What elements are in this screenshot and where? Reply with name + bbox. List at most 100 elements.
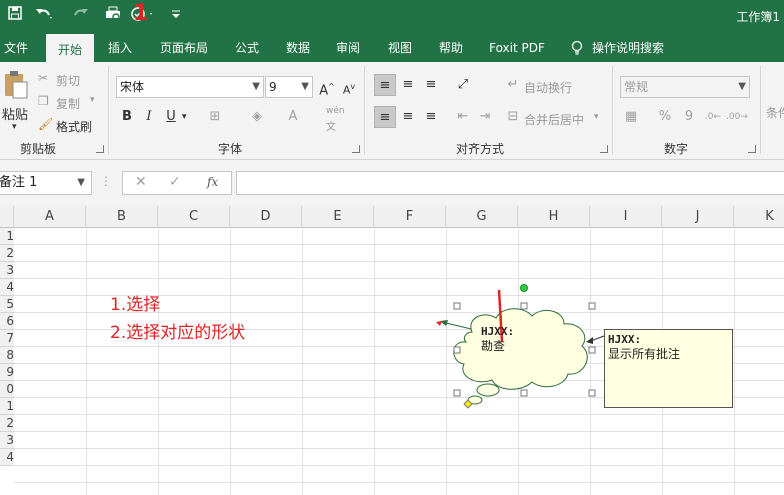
chevron-down-icon[interactable]: ▼ — [77, 172, 85, 194]
column-header-j[interactable]: J — [662, 206, 734, 228]
tab-view[interactable]: 视图 — [382, 34, 418, 62]
redo-icon[interactable] — [70, 6, 90, 26]
column-header-k[interactable]: K — [734, 206, 784, 228]
row-header[interactable]: 4 — [0, 449, 14, 466]
formula-bar-resize-icon[interactable]: ⋮ — [100, 174, 112, 188]
row-header[interactable]: 6 — [0, 313, 14, 330]
fill-color-icon[interactable]: ◈ — [246, 106, 268, 128]
column-header-h[interactable]: H — [518, 206, 590, 228]
align-right-icon[interactable]: ≡ — [420, 106, 442, 128]
format-painter-icon[interactable]: 🖌 — [38, 117, 53, 131]
decrease-font-icon[interactable]: Av — [338, 76, 360, 98]
copy-icon[interactable]: ❐ — [38, 94, 49, 108]
number-format-select[interactable]: 常规 ▼ — [620, 76, 750, 98]
font-name-select[interactable]: 宋体 ▼ — [116, 76, 264, 98]
undo-icon[interactable] — [34, 6, 54, 26]
column-header-i[interactable]: I — [590, 206, 662, 228]
column-header-d[interactable]: D — [230, 206, 302, 228]
copy-button[interactable]: 复制 — [56, 95, 80, 112]
comment-box[interactable]: HJXX: 显示所有批注 — [604, 329, 733, 408]
merge-center-icon[interactable]: ⊟ — [502, 106, 524, 128]
number-launcher[interactable] — [748, 145, 756, 153]
row-header[interactable]: 1 — [0, 228, 14, 245]
bold-button[interactable]: B — [116, 106, 138, 128]
align-bottom-icon[interactable]: ≡ — [420, 74, 442, 96]
column-header-c[interactable]: C — [158, 206, 230, 228]
tab-file[interactable]: 文件 — [0, 34, 32, 62]
phonetic-button[interactable]: wén — [326, 106, 345, 116]
font-size-select[interactable]: 9 ▼ — [265, 76, 313, 98]
conditional-format-button[interactable]: 条件 — [766, 104, 784, 121]
row-header[interactable]: 5 — [0, 296, 14, 313]
merge-center-button[interactable]: 合并后居中 — [524, 111, 584, 128]
row-header[interactable]: 2 — [0, 245, 14, 262]
print-preview-icon[interactable] — [104, 6, 122, 26]
tab-page-layout[interactable]: 页面布局 — [152, 34, 216, 62]
tab-insert[interactable]: 插入 — [102, 34, 138, 62]
font-color-icon[interactable]: A — [282, 106, 304, 128]
increase-indent-icon[interactable]: ⇥ — [474, 106, 496, 128]
resize-handle[interactable] — [588, 302, 596, 310]
clipboard-launcher[interactable] — [96, 145, 104, 153]
decrease-indent-icon[interactable]: ⇤ — [452, 106, 474, 128]
select-all-corner[interactable] — [0, 206, 14, 228]
resize-handle[interactable] — [520, 389, 528, 397]
increase-decimal-icon[interactable]: .0← — [702, 106, 724, 128]
font-launcher[interactable] — [352, 145, 360, 153]
row-header[interactable]: 9 — [0, 364, 14, 381]
column-header-b[interactable]: B — [86, 206, 158, 228]
underline-dropdown-icon[interactable]: ▾ — [182, 112, 187, 122]
orientation-icon[interactable]: ⤢ — [452, 74, 474, 96]
customize-toolbar-icon[interactable] — [170, 6, 182, 26]
wrap-text-button[interactable]: 自动换行 — [524, 79, 572, 96]
row-header[interactable]: 7 — [0, 330, 14, 347]
align-top-icon[interactable]: ≡ — [374, 74, 396, 96]
rotation-handle[interactable] — [520, 284, 528, 292]
resize-handle[interactable] — [453, 302, 461, 310]
cut-button[interactable]: 剪切 — [56, 72, 80, 89]
enter-icon[interactable]: ✓ — [169, 174, 181, 190]
column-header-a[interactable]: A — [14, 206, 86, 228]
tab-foxit-pdf[interactable]: Foxit PDF — [484, 34, 550, 62]
alignment-launcher[interactable] — [600, 145, 608, 153]
tab-help[interactable]: 帮助 — [432, 34, 470, 62]
paste-icon[interactable] — [2, 70, 30, 103]
paste-button[interactable]: 粘贴 — [2, 104, 28, 123]
row-header[interactable]: 2 — [0, 415, 14, 432]
name-box[interactable]: 备注 1 ▼ — [0, 171, 92, 195]
tell-me-search[interactable]: 操作说明搜索 — [592, 34, 676, 62]
row-header[interactable]: 3 — [0, 262, 14, 279]
italic-button[interactable]: I — [138, 106, 160, 128]
row-header[interactable]: 0 — [0, 381, 14, 398]
align-middle-icon[interactable]: ≡ — [397, 74, 419, 96]
row-header[interactable]: 3 — [0, 432, 14, 449]
insert-function-button[interactable]: fx — [207, 175, 218, 189]
paste-dropdown-icon[interactable]: ▾ — [12, 122, 17, 132]
accounting-format-icon[interactable]: ▦ — [620, 106, 642, 128]
decrease-decimal-icon[interactable]: .00→ — [726, 106, 748, 128]
tab-review[interactable]: 审阅 — [330, 34, 366, 62]
column-header-f[interactable]: F — [374, 206, 446, 228]
wrap-text-icon[interactable]: ↵ — [502, 74, 524, 96]
format-painter-button[interactable]: 格式刷 — [56, 118, 92, 135]
cut-icon[interactable]: ✂ — [38, 71, 48, 85]
align-center-icon[interactable]: ≡ — [397, 106, 419, 128]
tab-home[interactable]: 开始 — [46, 34, 94, 62]
copy-dropdown-icon[interactable]: ▾ — [90, 95, 95, 105]
row-header[interactable]: 8 — [0, 347, 14, 364]
increase-font-icon[interactable]: A^ — [316, 76, 338, 98]
column-header-e[interactable]: E — [302, 206, 374, 228]
resize-handle[interactable] — [588, 389, 596, 397]
comma-button[interactable]: 9 — [678, 106, 700, 128]
tab-formulas[interactable]: 公式 — [228, 34, 266, 62]
row-header[interactable]: 4 — [0, 279, 14, 296]
column-header-g[interactable]: G — [446, 206, 518, 228]
align-left-icon[interactable]: ≡ — [374, 106, 396, 128]
underline-button[interactable]: U — [160, 106, 182, 128]
save-icon[interactable] — [8, 6, 22, 26]
merge-dropdown-icon[interactable]: ▾ — [594, 112, 599, 122]
percent-button[interactable]: % — [654, 106, 676, 128]
resize-handle[interactable] — [520, 302, 528, 310]
border-icon[interactable]: ⊞ — [204, 106, 226, 128]
cancel-icon[interactable]: ✕ — [135, 174, 147, 190]
